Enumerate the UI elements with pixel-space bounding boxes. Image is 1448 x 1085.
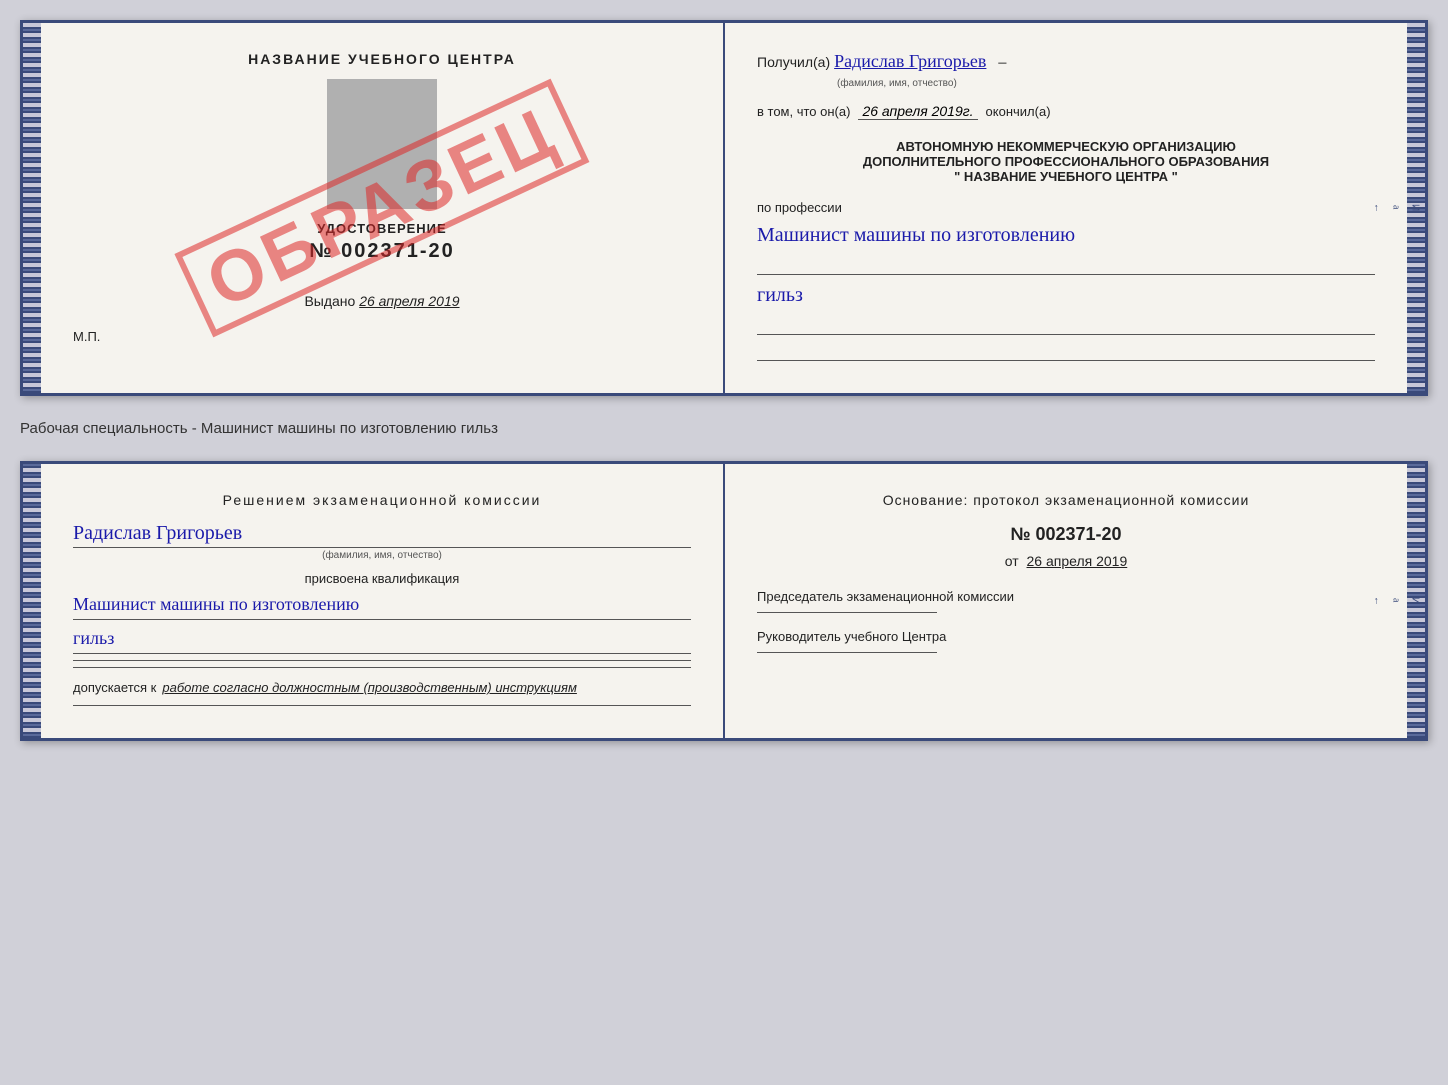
director-signature-line <box>757 652 937 653</box>
qual-text2: гильз <box>73 626 691 651</box>
top-doc-left: НАЗВАНИЕ УЧЕБНОГО ЦЕНТРА УДОСТОВЕРЕНИЕ №… <box>41 23 725 393</box>
person-section: Радислав Григорьев <box>73 522 691 545</box>
mp-label: М.П. <box>73 329 691 344</box>
top-doc-right: Получил(а) Радислав Григорьев – (фамилия… <box>725 23 1407 393</box>
bottom-left-decoration <box>23 464 41 738</box>
allowed-text: работе согласно должностным (производств… <box>162 680 577 695</box>
issued-line: Выдано 26 апреля 2019 <box>73 293 691 309</box>
bottom-date-value: 26 апреля 2019 <box>1027 553 1128 569</box>
issued-date: 26 апреля 2019 <box>359 293 459 309</box>
top-document: НАЗВАНИЕ УЧЕБНОГО ЦЕНТРА УДОСТОВЕРЕНИЕ №… <box>20 20 1428 396</box>
underline3 <box>757 339 1375 361</box>
underline2 <box>757 313 1375 335</box>
right-edge: И а ← <box>1389 23 1403 393</box>
date-section: в том, что он(а) 26 апреля 2019г. окончи… <box>757 103 1375 125</box>
qual-underline2 <box>73 653 691 654</box>
bottom-right-edge: И а ← <box>1389 464 1403 738</box>
bottom-doc-right: Основание: протокол экзаменационной коми… <box>725 464 1407 738</box>
basis-label: Основание: протокол экзаменационной коми… <box>757 492 1375 508</box>
underline1 <box>757 253 1375 275</box>
date-from: от 26 апреля 2019 <box>757 553 1375 569</box>
profession-text1: Машинист машины по изготовлению <box>757 221 1375 249</box>
director-section: Руководитель учебного Центра <box>757 629 1375 653</box>
chairman-section: Председатель экзаменационной комиссии <box>757 589 1375 613</box>
profession-label: по профессии <box>757 200 1375 215</box>
name-underline <box>73 547 691 548</box>
person-name: Радислав Григорьев <box>73 522 691 545</box>
photo-placeholder <box>327 79 437 209</box>
issued-text: Выдано <box>304 293 355 309</box>
date-prefix: от <box>1005 553 1019 569</box>
director-label: Руководитель учебного Центра <box>757 629 1375 644</box>
profession-text2: гильз <box>757 281 1375 309</box>
date-value: 26 апреля 2019г. <box>858 103 977 120</box>
bottom-doc-left: Решением экзаменационной комиссии Радисл… <box>41 464 725 738</box>
qual-underline3 <box>73 660 691 661</box>
cert-label: УДОСТОВЕРЕНИЕ <box>73 221 691 236</box>
qual-underline1 <box>73 619 691 620</box>
top-doc-title: НАЗВАНИЕ УЧЕБНОГО ЦЕНТРА <box>73 51 691 67</box>
qualification-label: присвоена квалификация <box>73 571 691 586</box>
cert-number: № 002371-20 <box>73 240 691 263</box>
chairman-label: Председатель экзаменационной комиссии <box>757 589 1375 604</box>
allowed-underline <box>73 705 691 706</box>
qual-underline4 <box>73 667 691 668</box>
left-decoration <box>23 23 41 393</box>
person-sub: (фамилия, имя, отчество) <box>73 550 691 561</box>
received-label: Получил(а) <box>757 54 830 70</box>
receiver-sub: (фамилия, имя, отчество) <box>837 78 1375 89</box>
org-line1: АВТОНОМНУЮ НЕКОММЕРЧЕСКУЮ ОРГАНИЗАЦИЮ ДО… <box>757 139 1375 184</box>
receiver-section: Получил(а) Радислав Григорьев – <box>757 51 1375 72</box>
chairman-signature-line <box>757 612 937 613</box>
protocol-number: № 002371-20 <box>757 524 1375 545</box>
date-label: в том, что он(а) <box>757 104 850 119</box>
between-label: Рабочая специальность - Машинист машины … <box>20 412 1428 445</box>
allowed-section: допускается к работе согласно должностны… <box>73 680 691 701</box>
allowed-label: допускается к <box>73 680 156 695</box>
bottom-document: Решением экзаменационной комиссии Радисл… <box>20 461 1428 741</box>
dash: – <box>998 54 1006 71</box>
decision-text: Решением экзаменационной комиссии <box>73 492 691 508</box>
qual-text1: Машинист машины по изготовлению <box>73 592 691 617</box>
finished-label: окончил(а) <box>986 104 1051 119</box>
receiver-name: Радислав Григорьев <box>834 51 986 71</box>
profession-section: по профессии Машинист машины по изготовл… <box>757 200 1375 361</box>
